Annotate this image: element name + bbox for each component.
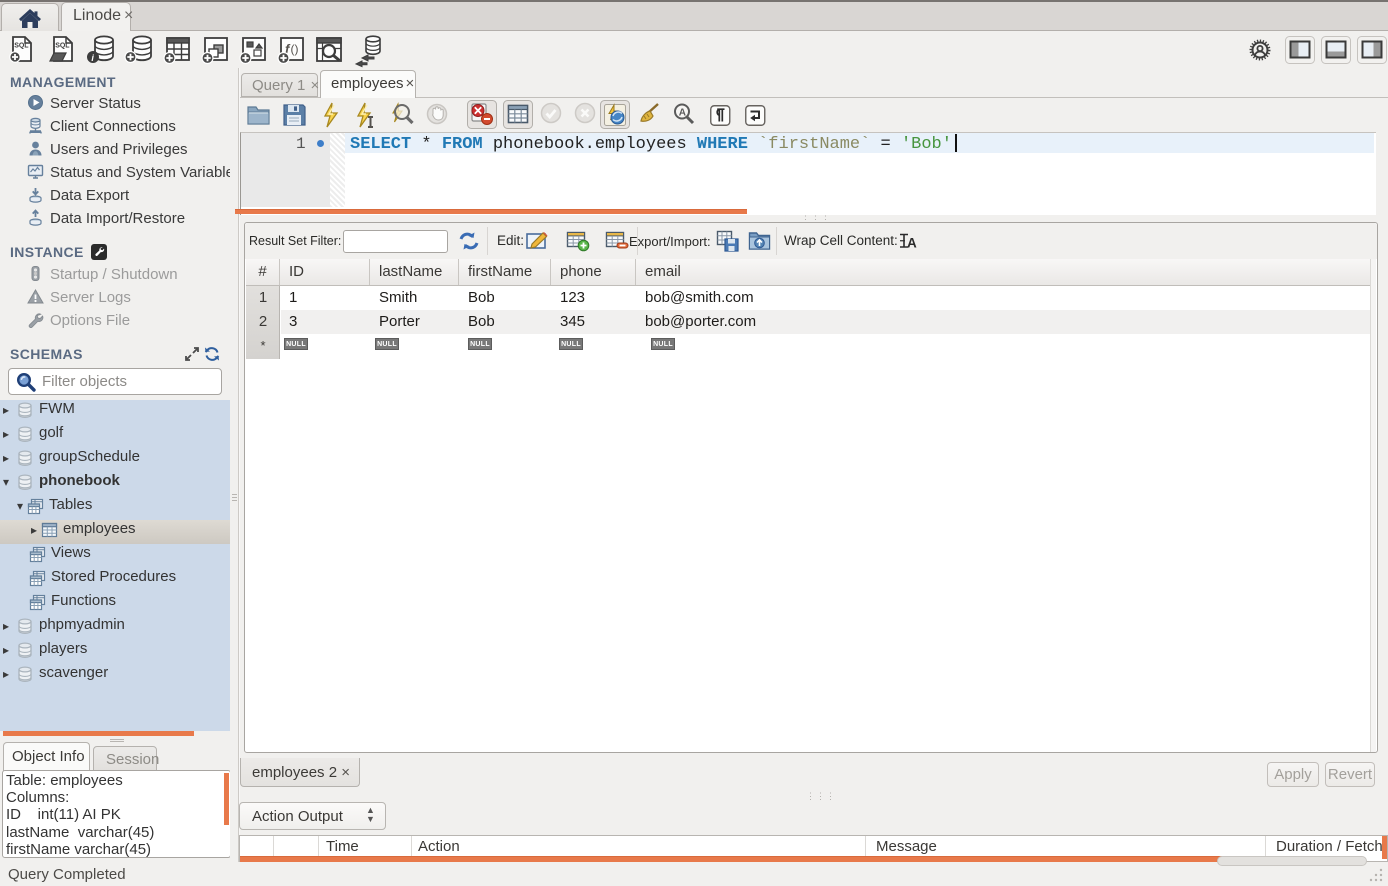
svg-text:(): () xyxy=(291,42,299,56)
svg-text:A: A xyxy=(679,108,686,119)
svg-text:SQL: SQL xyxy=(55,43,70,50)
svg-text:SQL: SQL xyxy=(14,43,29,50)
svg-text:A: A xyxy=(907,236,917,251)
